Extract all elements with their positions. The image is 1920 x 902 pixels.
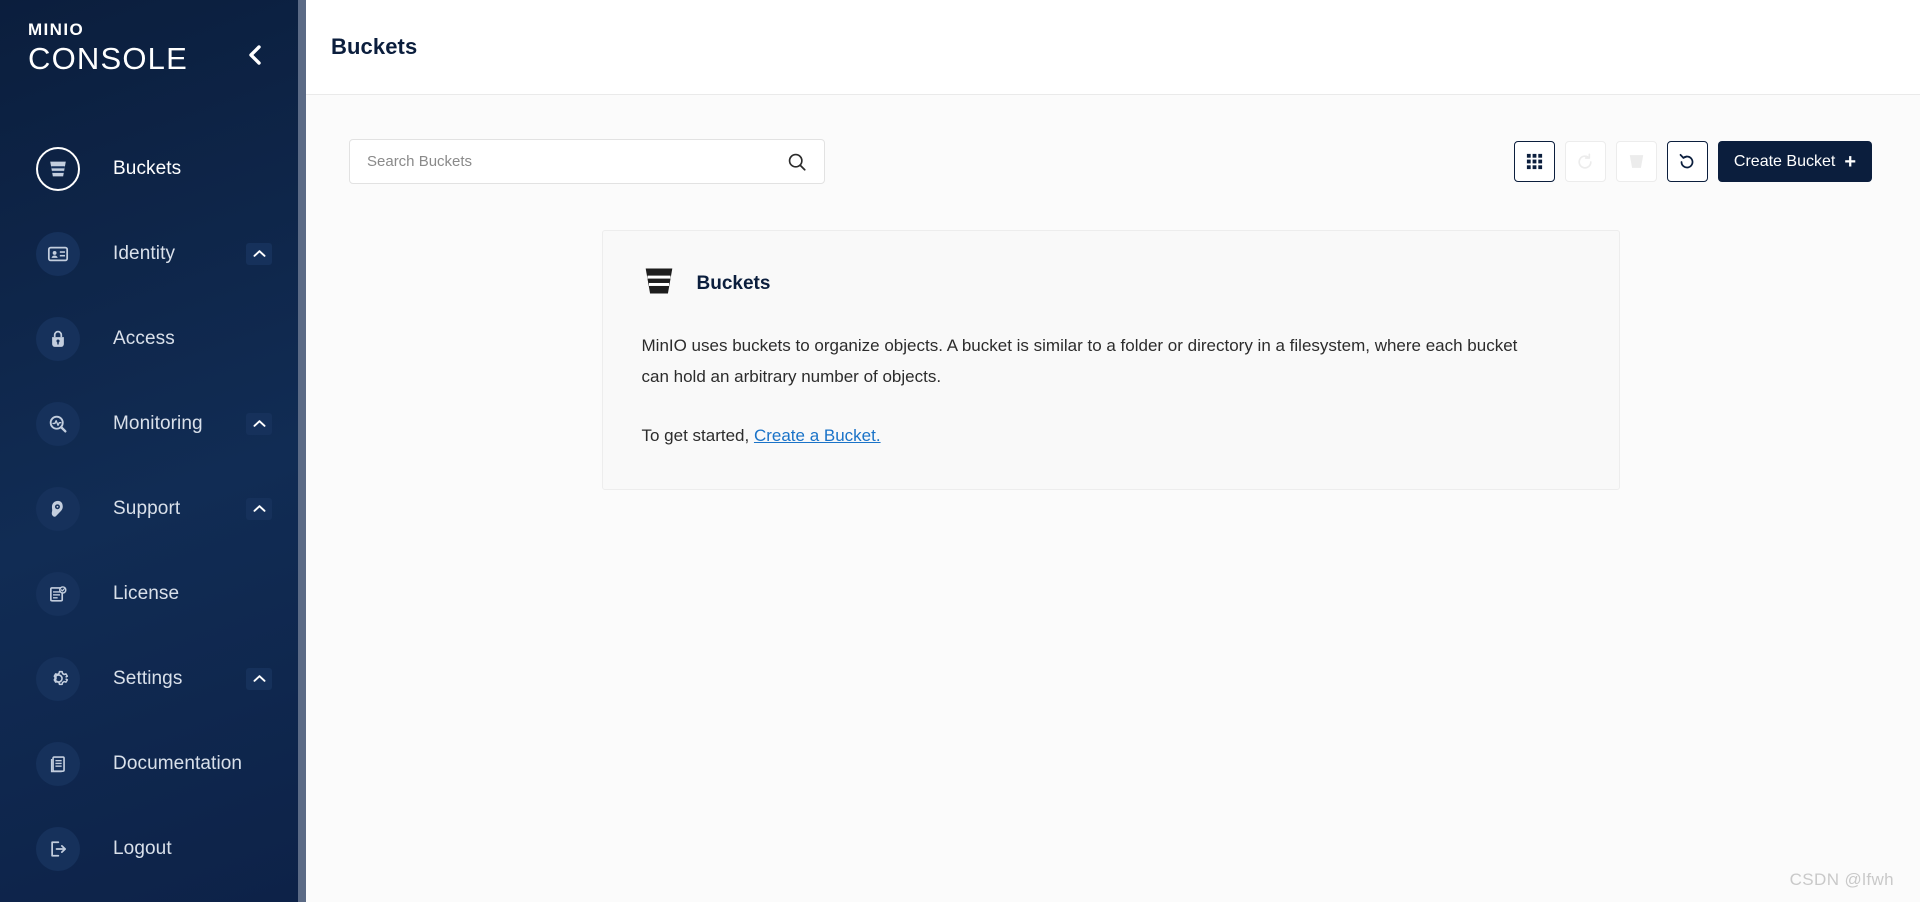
- bucket-icon: [642, 264, 676, 303]
- sidebar-item-label: Support: [113, 497, 181, 519]
- sidebar-item-label: Monitoring: [113, 412, 203, 434]
- watermark: CSDN @lfwh: [1789, 870, 1894, 889]
- logout-icon: [36, 826, 80, 871]
- sidebar-item-label: Access: [113, 327, 175, 349]
- create-a-bucket-link[interactable]: Create a Bucket.: [754, 426, 881, 445]
- sidebar-item-label: Buckets: [113, 157, 182, 179]
- page-header: Buckets: [306, 0, 1920, 95]
- chevron-up-icon[interactable]: [246, 497, 272, 520]
- sidebar-item-identity[interactable]: Identity: [0, 211, 298, 296]
- grid-icon: [1526, 153, 1543, 170]
- headset-icon: [36, 486, 80, 531]
- sidebar-nav: Buckets Identity Access Monitoring Suppo…: [0, 108, 298, 902]
- sidebar-item-access[interactable]: Access: [0, 296, 298, 381]
- bucket-icon: [1629, 155, 1644, 168]
- brand-minio-text: MINIO: [28, 20, 85, 39]
- sidebar-item-settings[interactable]: Settings: [0, 636, 298, 721]
- main-area: Buckets Search Buckets Create Bucket + B…: [306, 0, 1920, 902]
- sidebar-item-label: Logout: [113, 837, 172, 859]
- create-bucket-label: Create Bucket: [1733, 152, 1836, 170]
- info-card-cta: To get started, Create a Bucket.: [642, 420, 1579, 451]
- search-buckets-box[interactable]: [349, 139, 825, 184]
- sidebar-item-documentation[interactable]: Documentation: [0, 721, 298, 806]
- sidebar-item-buckets[interactable]: Buckets: [0, 126, 298, 211]
- chevron-left-icon: [249, 45, 261, 65]
- app-root: MINIO CONSOLE Buckets Identity Access Mo…: [0, 0, 1920, 902]
- grid-view-button[interactable]: [1513, 141, 1555, 182]
- sidebar-item-label: License: [113, 582, 180, 604]
- page-content: Create Bucket + Buckets: [306, 95, 1920, 902]
- get-started-text: To get started,: [641, 426, 754, 445]
- create-bucket-button[interactable]: Create Bucket +: [1717, 141, 1872, 182]
- book-icon: [36, 741, 80, 786]
- refresh-icon: [1680, 153, 1694, 168]
- buckets-toolbar: Create Bucket +: [349, 139, 1872, 184]
- sidebar-item-logout[interactable]: Logout: [0, 806, 298, 891]
- plus-icon: +: [1844, 150, 1856, 173]
- bucket-icon: [36, 146, 80, 191]
- sidebar-item-monitoring[interactable]: Monitoring: [0, 381, 298, 466]
- chevron-up-icon[interactable]: [246, 242, 272, 265]
- gear-icon: [36, 656, 80, 701]
- sidebar-item-support[interactable]: Support: [0, 466, 298, 551]
- lifecycle-button: [1564, 141, 1606, 182]
- refresh-button[interactable]: [1666, 141, 1708, 182]
- buckets-info-card: Buckets MinIO uses buckets to organize o…: [601, 230, 1620, 490]
- lock-icon: [36, 316, 80, 361]
- certificate-icon: [36, 571, 80, 616]
- sidebar-item-label: Documentation: [113, 752, 243, 774]
- toolbar-actions: Create Bucket +: [1513, 141, 1872, 182]
- sidebar-item-label: Settings: [113, 667, 183, 689]
- info-card-body: MinIO uses buckets to organize objects. …: [641, 336, 1518, 386]
- sidebar-item-license[interactable]: License: [0, 551, 298, 636]
- delete-bucket-button: [1615, 141, 1657, 182]
- chevron-up-icon[interactable]: [246, 667, 272, 690]
- sidebar-item-label: Identity: [113, 242, 176, 264]
- brand-logo: MINIO CONSOLE: [0, 0, 298, 108]
- magnifier-pulse-icon: [36, 401, 80, 446]
- sidebar: MINIO CONSOLE Buckets Identity Access Mo…: [0, 0, 306, 902]
- info-card-header: Buckets: [642, 264, 1579, 303]
- chevron-up-icon[interactable]: [246, 412, 272, 435]
- sidebar-collapse-button[interactable]: [242, 42, 268, 68]
- sync-refresh-icon: [1578, 152, 1593, 169]
- search-input[interactable]: [367, 153, 785, 170]
- id-card-icon: [36, 231, 80, 276]
- info-card-title: Buckets: [696, 272, 771, 294]
- search-icon[interactable]: [785, 150, 809, 174]
- page-title: Buckets: [331, 34, 418, 59]
